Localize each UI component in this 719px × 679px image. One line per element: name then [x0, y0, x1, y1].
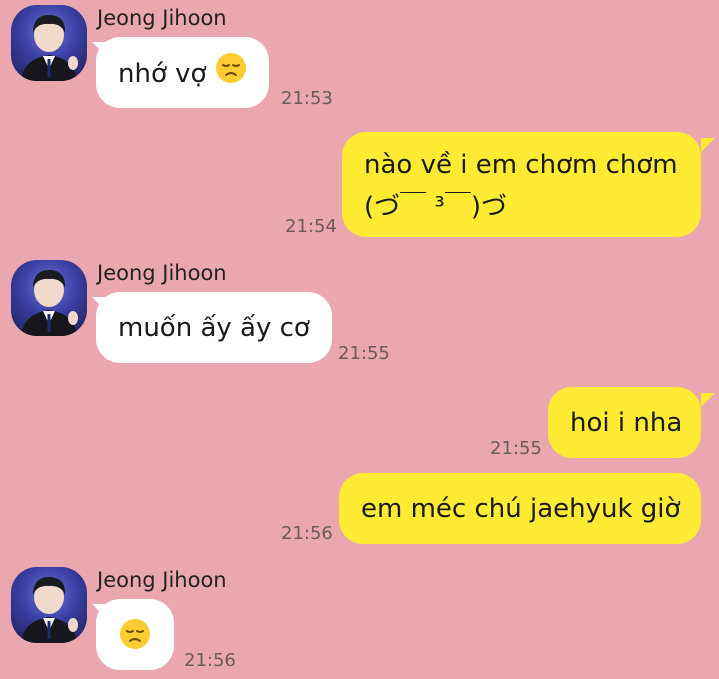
message-text: muốn ấy ấy cơ — [118, 313, 310, 343]
profile-photo — [21, 15, 78, 81]
timestamp: 21:54 — [285, 216, 337, 237]
timestamp: 21:55 — [490, 438, 542, 459]
profile-photo — [21, 577, 78, 643]
bubble-tail — [701, 138, 715, 152]
timestamp: 21:56 — [184, 650, 236, 671]
message-bubble[interactable]: nhớ vợ — [96, 37, 269, 108]
message-text: em méc chú jaehyuk giờ — [361, 494, 681, 524]
message-bubble[interactable]: muốn ấy ấy cơ — [96, 292, 332, 363]
sender-name: Jeong Jihoon — [97, 6, 227, 30]
disappointed-face-icon — [119, 618, 151, 663]
message-text: nhớ vợ — [118, 59, 207, 89]
avatar[interactable] — [11, 567, 87, 643]
sender-name: Jeong Jihoon — [97, 568, 227, 592]
message-bubble[interactable]: nào về i em chơm chơm (づ￣ ³￣)づ — [342, 132, 701, 237]
message-text-line-2: (づ￣ ³￣)づ — [364, 192, 507, 222]
message-text: hoi i nha — [570, 408, 683, 438]
profile-photo — [21, 270, 78, 336]
message-text-line-1: nào về i em chơm chơm — [364, 150, 678, 180]
message-bubble[interactable] — [96, 599, 174, 670]
timestamp: 21:56 — [281, 523, 333, 544]
message-bubble[interactable]: hoi i nha — [548, 387, 701, 458]
disappointed-face-icon — [215, 52, 247, 97]
bubble-tail — [701, 393, 715, 407]
timestamp: 21:53 — [281, 88, 333, 109]
avatar[interactable] — [11, 5, 87, 81]
timestamp: 21:55 — [338, 343, 390, 364]
avatar[interactable] — [11, 260, 87, 336]
sender-name: Jeong Jihoon — [97, 261, 227, 285]
message-bubble[interactable]: em méc chú jaehyuk giờ — [339, 473, 701, 544]
